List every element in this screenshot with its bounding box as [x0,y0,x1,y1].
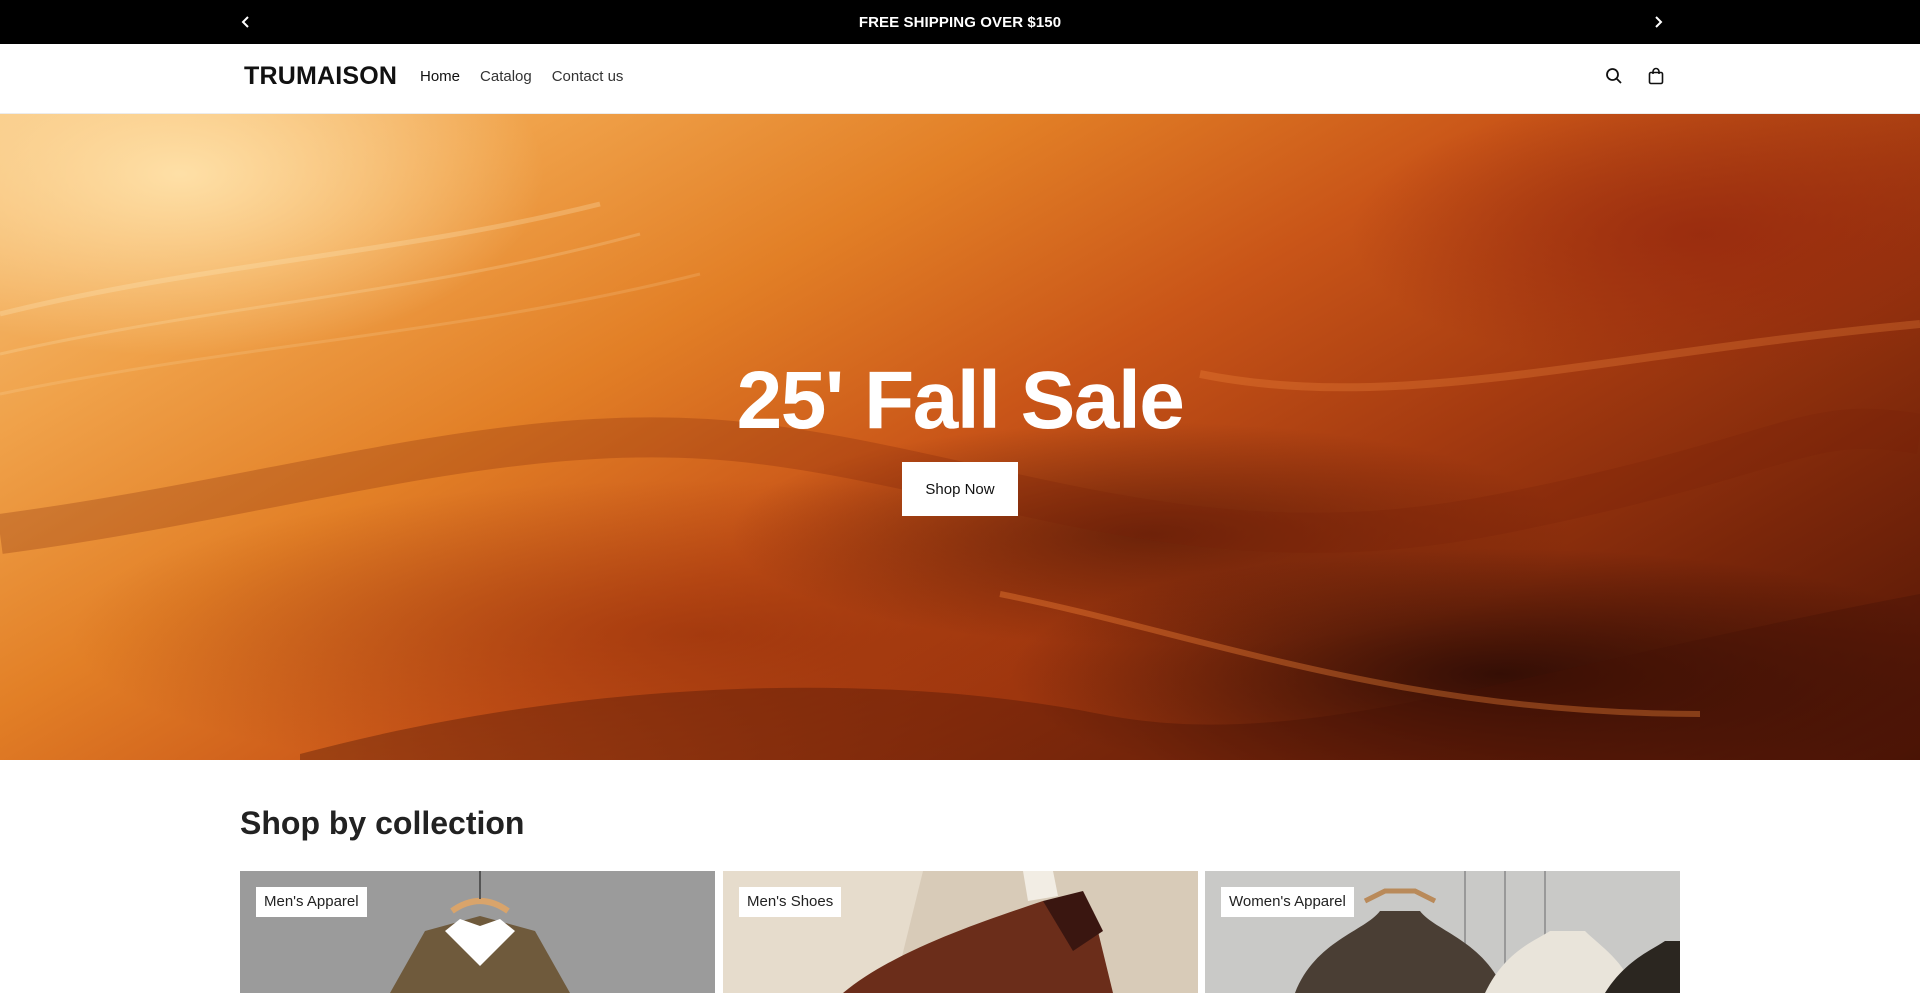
hero-title: 25' Fall Sale [736,355,1185,446]
announcement-next-button[interactable] [1644,0,1672,44]
chevron-left-icon [241,16,249,28]
collection-grid: Men's Apparel Men's Shoes Women's Appare… [240,871,1680,993]
cart-bag-icon [1648,67,1664,85]
cart-button[interactable] [1646,66,1666,86]
site-logo[interactable]: TRUMAISON [244,62,397,91]
collection-card-womens-apparel[interactable]: Women's Apparel [1205,871,1680,993]
collection-card-mens-shoes[interactable]: Men's Shoes [723,871,1198,993]
collection-label: Women's Apparel [1221,887,1354,917]
collection-label: Men's Shoes [739,887,842,917]
announcement-prev-button[interactable] [232,0,260,44]
search-icon [1606,68,1622,84]
header-icons [1604,66,1666,86]
hero-banner: 25' Fall Sale Shop Now [0,114,1920,760]
nav-item-contact[interactable]: Contact us [552,68,624,85]
collections-heading: Shop by collection [240,805,525,841]
chevron-right-icon [1655,16,1663,28]
site-header: TRUMAISON Home Catalog Contact us [0,44,1920,114]
collection-card-mens-apparel[interactable]: Men's Apparel [240,871,715,993]
announcement-bar: FREE SHIPPING OVER $150 [0,0,1920,44]
nav-item-home[interactable]: Home [420,68,460,85]
shop-now-button[interactable]: Shop Now [902,462,1018,516]
collection-label: Men's Apparel [256,887,367,917]
nav-item-catalog[interactable]: Catalog [480,68,532,85]
announcement-message: FREE SHIPPING OVER $150 [858,13,1062,31]
search-button[interactable] [1604,66,1624,86]
main-nav: Home Catalog Contact us [420,68,623,85]
